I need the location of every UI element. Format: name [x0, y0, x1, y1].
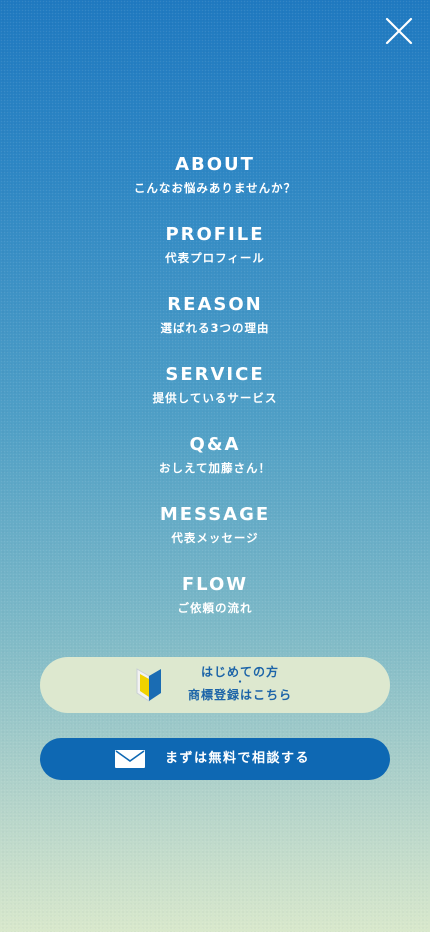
- mail-icon: [115, 750, 145, 768]
- beginner-trademark-button[interactable]: はじめての方 ・ 商標登録はこちら: [40, 657, 390, 713]
- menu-item-title: MESSAGE: [159, 504, 271, 525]
- menu-item-subtitle: 代表メッセージ: [171, 531, 259, 545]
- close-icon: [385, 17, 413, 45]
- menu-item-title: REASON: [167, 294, 263, 315]
- menu-item-subtitle: 選ばれる3つの理由: [160, 321, 270, 335]
- menu-item-subtitle: 提供しているサービス: [152, 391, 278, 405]
- menu-item-title: Q&A: [189, 434, 241, 455]
- menu-item-message[interactable]: MESSAGE 代表メッセージ: [0, 499, 430, 569]
- menu-item-subtitle: ご依頼の流れ: [177, 601, 253, 615]
- menu-item-title: SERVICE: [165, 364, 265, 385]
- close-button[interactable]: [385, 17, 413, 45]
- menu-item-service[interactable]: SERVICE 提供しているサービス: [0, 359, 430, 429]
- beginner-line-2: 商標登録はこちら: [187, 688, 292, 702]
- free-consultation-button[interactable]: まずは無料で相談する: [40, 738, 390, 780]
- beginner-separator-dot: ・: [235, 678, 245, 688]
- menu-item-title: FLOW: [181, 574, 249, 595]
- menu-item-profile[interactable]: PROFILE 代表プロフィール: [0, 219, 430, 289]
- menu-item-reason[interactable]: REASON 選ばれる3つの理由: [0, 289, 430, 359]
- beginner-button-text: はじめての方 ・ 商標登録はこちら: [180, 664, 300, 703]
- menu-item-title: ABOUT: [175, 154, 255, 175]
- nav-menu: ABOUT こんなお悩みありませんか？ PROFILE 代表プロフィール REA…: [0, 149, 430, 639]
- menu-item-subtitle: こんなお悩みありませんか？: [133, 181, 297, 195]
- menu-item-title: PROFILE: [165, 224, 265, 245]
- menu-item-flow[interactable]: FLOW ご依頼の流れ: [0, 569, 430, 639]
- consult-button-label: まずは無料で相談する: [165, 751, 311, 766]
- beginner-mark-icon: [136, 668, 161, 702]
- nav-menu-overlay: ABOUT こんなお悩みありませんか？ PROFILE 代表プロフィール REA…: [0, 0, 430, 932]
- menu-item-subtitle: おしえて加藤さん！: [159, 461, 271, 475]
- menu-item-qa[interactable]: Q&A おしえて加藤さん！: [0, 429, 430, 499]
- menu-item-subtitle: 代表プロフィール: [165, 251, 265, 265]
- menu-item-about[interactable]: ABOUT こんなお悩みありませんか？: [0, 149, 430, 219]
